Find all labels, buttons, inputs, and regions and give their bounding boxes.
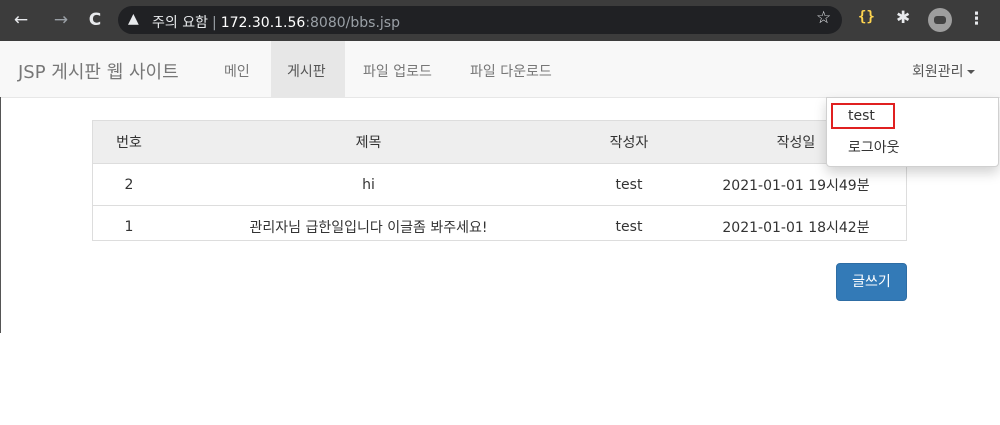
row-title-link[interactable]: 관리자님 급한일입니다 이글좀 봐주세요!	[165, 206, 572, 248]
table-header-row: 번호 제목 작성자 작성일	[93, 121, 906, 164]
site-navbar: JSP 게시판 웹 사이트 메인 게시판 파일 업로드 파일 다운로드 회원관리	[0, 41, 1000, 98]
row-author: test	[572, 163, 686, 206]
url-path: :8080/bbs.jsp	[305, 15, 400, 31]
site-brand[interactable]: JSP 게시판 웹 사이트	[18, 58, 179, 84]
url-host: 172.30.1.56	[220, 15, 306, 31]
row-date: 2021-01-01 19시49분	[686, 163, 906, 206]
warning-icon[interactable]: ▲	[128, 11, 139, 27]
row-title-link[interactable]: hi	[165, 163, 572, 206]
member-menu-toggle[interactable]: 회원관리	[912, 61, 975, 81]
write-post-button[interactable]: 글쓰기	[836, 263, 907, 301]
nav-board[interactable]: 게시판	[287, 61, 326, 81]
row-number: 1	[124, 218, 134, 235]
profile-avatar[interactable]	[928, 8, 952, 32]
bookmark-star-icon[interactable]: ☆	[816, 8, 831, 28]
header-number: 번호	[93, 121, 165, 164]
board-table: 번호 제목 작성자 작성일 2 hi test 2021-01-01 19시49…	[92, 120, 907, 241]
header-author: 작성자	[572, 121, 686, 164]
row-date: 2021-01-01 18시42분	[722, 219, 870, 236]
reload-icon[interactable]: C	[84, 9, 106, 31]
window-edge	[0, 97, 1, 333]
caret-down-icon	[966, 70, 975, 74]
url-text[interactable]: 주의 요함 | 172.30.1.56:8080/bbs.jsp	[152, 12, 400, 32]
dropdown-item-user[interactable]: test	[848, 108, 875, 124]
member-dropdown: test 로그아웃	[826, 97, 999, 167]
row-author: test	[615, 218, 643, 235]
nav-file-upload[interactable]: 파일 업로드	[363, 61, 432, 81]
row-number: 2	[93, 163, 165, 206]
nav-main[interactable]: 메인	[224, 61, 250, 81]
forward-icon[interactable]: →	[50, 9, 72, 31]
browser-menu-icon[interactable]: ⋮	[968, 9, 985, 29]
extensions-puzzle-icon[interactable]: ✱	[896, 8, 910, 28]
dropdown-item-logout[interactable]: 로그아웃	[848, 137, 900, 157]
url-separator: |	[211, 15, 217, 31]
table-row: 1 관리자님 급한일입니다 이글좀 봐주세요! test 2021-01-01 …	[93, 206, 906, 248]
json-extension-icon[interactable]: {}	[858, 9, 876, 29]
table-row: 2 hi test 2021-01-01 19시49분	[93, 163, 906, 206]
address-bar[interactable]: ▲ 주의 요함 | 172.30.1.56:8080/bbs.jsp	[118, 6, 842, 34]
browser-toolbar: ← → C ▲ 주의 요함 | 172.30.1.56:8080/bbs.jsp ☆…	[0, 0, 1000, 41]
nav-file-download[interactable]: 파일 다운로드	[470, 61, 552, 81]
security-label: 주의 요함	[152, 15, 208, 31]
header-title: 제목	[165, 121, 572, 164]
member-menu-label: 회원관리	[912, 64, 964, 80]
back-icon[interactable]: ←	[10, 9, 32, 31]
